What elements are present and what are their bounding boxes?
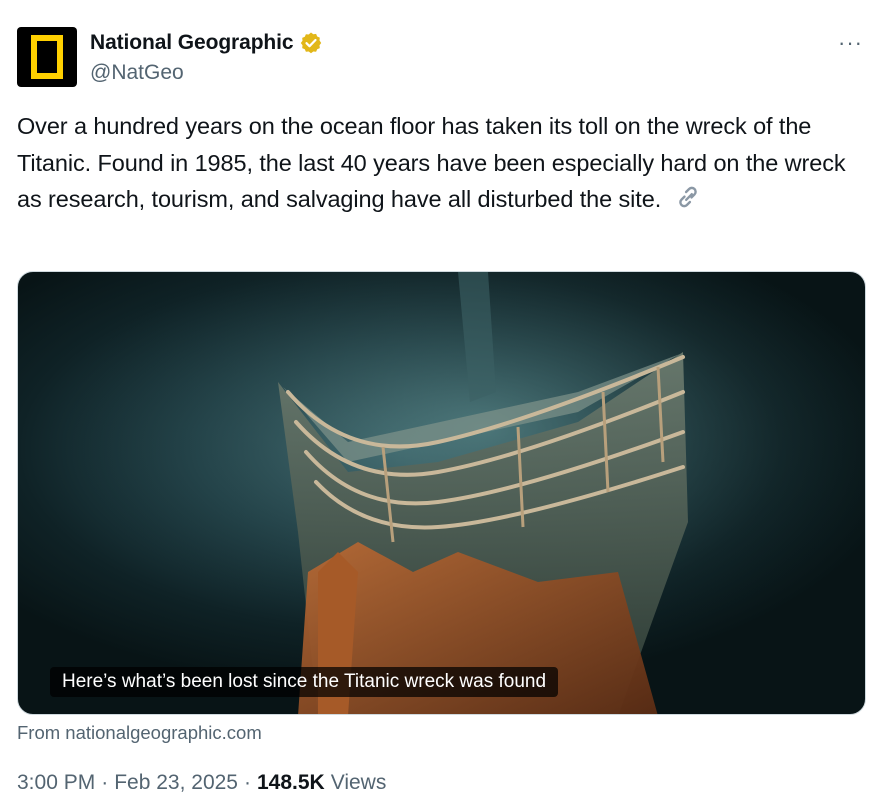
meta-separator: · (243, 771, 251, 794)
link-card-image[interactable]: Here’s what’s been lost since the Titani… (17, 271, 866, 715)
more-options-icon[interactable]: ··· (838, 30, 863, 56)
views-count[interactable]: 148.5K (257, 771, 325, 795)
verified-badge-icon[interactable] (299, 31, 323, 55)
avatar[interactable] (17, 27, 77, 87)
tweet: National Geographic @NatGeo ··· Over a h… (0, 0, 882, 810)
natgeo-logo-icon (31, 35, 63, 79)
tweet-body: Over a hundred years on the ocean floor … (17, 113, 846, 212)
views-label: Views (330, 771, 387, 794)
tweet-text: Over a hundred years on the ocean floor … (17, 108, 873, 218)
card-source-link[interactable]: From nationalgeographic.com (17, 722, 262, 744)
meta-separator: · (101, 771, 109, 794)
display-name[interactable]: National Geographic (90, 30, 294, 56)
card-caption: Here’s what’s been lost since the Titani… (50, 667, 559, 697)
tweet-time[interactable]: 3:00 PM (17, 771, 95, 795)
tweet-meta: 3:00 PM · Feb 23, 2025 · 148.5K Views (17, 771, 386, 795)
tweet-date[interactable]: Feb 23, 2025 (114, 771, 238, 795)
handle[interactable]: @NatGeo (90, 60, 184, 86)
author-name-row: National Geographic (90, 30, 323, 56)
titanic-wreck-photo (18, 272, 865, 714)
link-icon[interactable] (674, 183, 702, 211)
